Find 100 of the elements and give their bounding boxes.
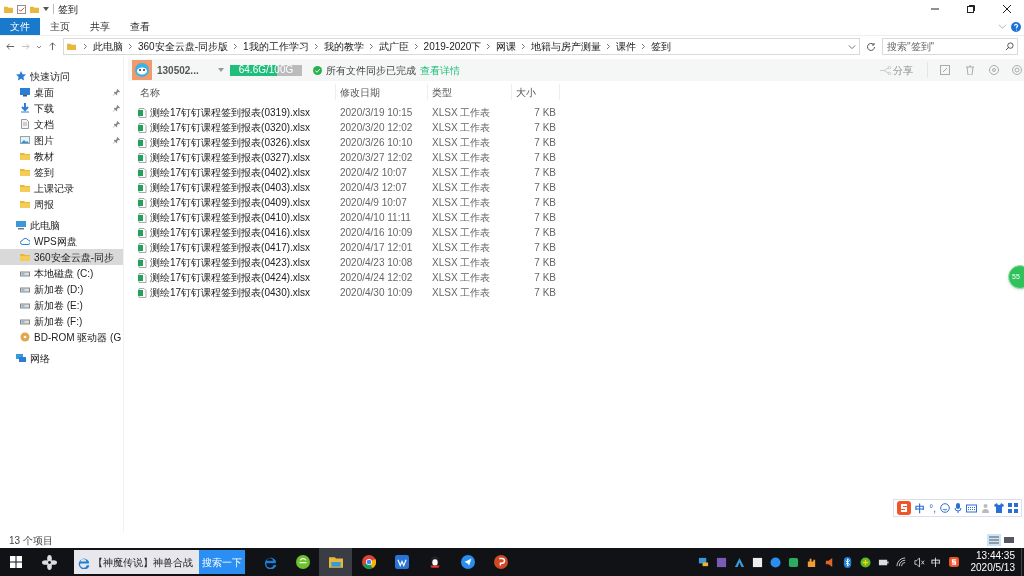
pin-icon[interactable] [113, 104, 120, 112]
chevron-right-icon [521, 43, 527, 50]
nav-item[interactable]: 快速访问 [0, 68, 123, 84]
nav-item[interactable]: 上课记录 [0, 180, 123, 196]
file-name[interactable]: 测绘17钉钉课程签到报表(0430).xlsx [150, 285, 311, 300]
windows-start-icon[interactable] [10, 556, 22, 568]
nav-item[interactable]: BD-ROM 驱动器 (G [0, 329, 123, 345]
nav-item[interactable]: WPS网盘 [0, 233, 123, 249]
nav-item[interactable]: 周报 [0, 196, 123, 212]
nav-item[interactable]: 新加卷 (D:) [0, 281, 123, 297]
file-name[interactable]: 测绘17钉钉课程签到报表(0423).xlsx [150, 255, 311, 270]
nav-item[interactable]: 桌面 [0, 84, 123, 100]
browser-icon[interactable] [295, 555, 310, 569]
table-cell-text: 2020/3/27 12:02 [339, 151, 414, 165]
spreadsheet-file-icon [138, 167, 147, 178]
breadcrumb-item[interactable]: 此电脑 [93, 39, 123, 54]
breadcrumb-item[interactable]: 360安全云盘-同步版 [138, 39, 228, 54]
column-header[interactable]: 修改日期 [336, 84, 428, 100]
punctuation-toggle[interactable]: °, [929, 500, 936, 516]
nav-item[interactable]: 签到 [0, 164, 123, 180]
caret-icon[interactable] [36, 43, 42, 50]
breadcrumb-item[interactable]: 1我的工作学习 [243, 39, 309, 54]
breadcrumb-item[interactable]: 2019-2020下 [423, 39, 482, 54]
close-icon[interactable] [1002, 4, 1012, 14]
keyboard-icon[interactable] [966, 503, 977, 513]
nav-item[interactable]: 下载 [0, 100, 123, 116]
table-cell-text: XLSX 工作表 [431, 241, 492, 255]
presentation-app-icon[interactable] [493, 555, 508, 569]
triangle-logo-icon[interactable] [733, 556, 745, 568]
app-icon[interactable] [715, 556, 727, 568]
nav-item[interactable]: 教材 [0, 148, 123, 164]
nav-item[interactable]: 360安全云盘-同步 [0, 249, 123, 265]
grid-icon[interactable] [1008, 503, 1018, 513]
pin-icon[interactable] [113, 120, 120, 128]
file-name[interactable]: 测绘17钉钉课程签到报表(0424).xlsx [150, 270, 311, 285]
sogou-logo-icon[interactable] [897, 501, 912, 515]
caret-icon[interactable] [43, 6, 49, 12]
back-icon[interactable] [6, 42, 15, 51]
column-header[interactable]: 类型 [428, 84, 512, 100]
nav-item[interactable]: 本地磁盘 (C:) [0, 265, 123, 281]
pin-icon[interactable] [113, 136, 120, 144]
column-header[interactable]: 大小 [512, 84, 560, 100]
file-name[interactable]: 测绘17钉钉课程签到报表(0320).xlsx [150, 120, 311, 135]
ime-indicator[interactable]: 中 [930, 554, 941, 570]
nav-item[interactable]: 新加卷 (E:) [0, 297, 123, 313]
ribbon-tab[interactable]: 共享 [80, 18, 120, 35]
ribbon-tab[interactable]: 文件 [0, 18, 40, 35]
maximize-icon[interactable] [966, 4, 976, 14]
refresh-icon[interactable] [866, 41, 876, 52]
app-icon[interactable] [787, 556, 799, 568]
chrome-icon[interactable] [361, 555, 376, 569]
file-name[interactable]: 测绘17钉钉课程签到报表(0410).xlsx [150, 210, 311, 225]
file-name[interactable]: 测绘17钉钉课程签到报表(0403).xlsx [150, 180, 311, 195]
ribbon-tab[interactable]: 查看 [120, 18, 160, 35]
speaker-icon[interactable] [823, 556, 835, 568]
file-name[interactable]: 测绘17钉钉课程签到报表(0416).xlsx [150, 225, 311, 240]
nav-item[interactable]: 网络 [0, 350, 123, 366]
up-icon[interactable] [48, 42, 57, 51]
thumbnail-view-icon[interactable] [1003, 534, 1015, 546]
file-name[interactable]: 测绘17钉钉课程签到报表(0319).xlsx [150, 105, 311, 120]
fan-icon[interactable] [42, 554, 57, 570]
breadcrumb-item[interactable]: 签到 [651, 39, 672, 54]
nav-item[interactable]: 新加卷 (F:) [0, 313, 123, 329]
microphone-icon[interactable] [954, 503, 962, 513]
file-name[interactable]: 测绘17钉钉课程签到报表(0417).xlsx [150, 240, 311, 255]
search-box[interactable]: 【神魔传说】神兽合战 [74, 550, 199, 574]
nav-item[interactable]: 文档 [0, 116, 123, 132]
bluetooth-icon[interactable] [841, 556, 853, 568]
breadcrumb-item[interactable]: 我的教学 [323, 39, 364, 54]
help-icon[interactable] [1011, 21, 1021, 32]
breadcrumb-item[interactable]: 地籍与房产测量 [531, 39, 602, 54]
checkbox-icon[interactable] [17, 4, 26, 14]
column-header[interactable]: 名称 [136, 84, 336, 100]
ribbon-tab[interactable]: 主页 [40, 18, 80, 35]
file-name[interactable]: 测绘17钉钉课程签到报表(0326).xlsx [150, 135, 311, 150]
file-name[interactable]: 测绘17钉钉课程签到报表(0327).xlsx [150, 150, 311, 165]
address-bar[interactable]: 此电脑 360安全云盘-同步版 1我的工作学习 我的教学 武广臣 2019-2020下 网课 地籍与房产测量 课件 签到 [63, 38, 860, 55]
ime-mode[interactable]: 中 [915, 500, 926, 516]
breadcrumb-item[interactable]: 课件 [616, 39, 637, 54]
folder-icon[interactable] [328, 555, 343, 569]
shirt-icon[interactable] [994, 503, 1004, 513]
search-field[interactable]: 搜索"签到" [882, 38, 1018, 55]
breadcrumb-item[interactable]: 网课 [496, 39, 517, 54]
document-app-icon[interactable] [394, 555, 409, 569]
network-icon[interactable] [697, 556, 709, 568]
file-name[interactable]: 测绘17钉钉课程签到报表(0402).xlsx [150, 165, 311, 180]
file-name[interactable]: 测绘17钉钉课程签到报表(0409).xlsx [150, 195, 311, 210]
wifi-icon[interactable] [895, 556, 907, 568]
clock[interactable]: 13:44:35 2020/5/13 [970, 550, 1015, 574]
nav-item[interactable]: 此电脑 [0, 217, 123, 233]
pin-icon[interactable] [113, 88, 120, 96]
mute-icon[interactable] [913, 556, 925, 568]
table-cell-text: 7 KB [533, 181, 557, 195]
breadcrumb-item[interactable]: 武广臣 [378, 39, 409, 54]
plus-circle-icon[interactable] [859, 556, 871, 568]
account-name[interactable]: 130502... [157, 62, 215, 78]
table-cell-text: 2020/3/26 10:10 [339, 136, 414, 150]
sogou-tray-icon[interactable] [948, 557, 959, 567]
smiley-icon[interactable] [940, 503, 950, 513]
nav-item[interactable]: 图片 [0, 132, 123, 148]
